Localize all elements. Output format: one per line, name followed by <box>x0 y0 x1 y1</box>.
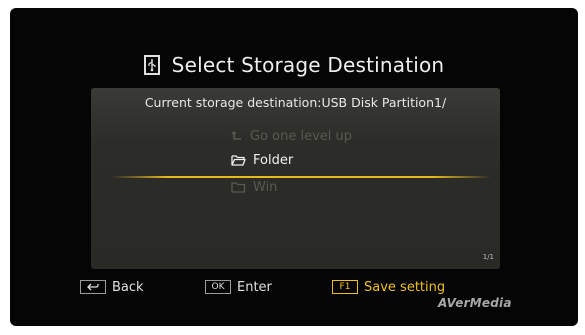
list-item-win[interactable]: Win <box>231 177 277 197</box>
enter-button[interactable]: OK Enter <box>205 278 272 296</box>
list-item-folder[interactable]: Folder <box>231 150 293 170</box>
list-item-label: Folder <box>253 152 294 168</box>
selection-highlight <box>111 176 491 178</box>
enter-label: Enter <box>237 279 272 295</box>
ok-key-badge: OK <box>205 280 231 294</box>
list-item-label: Go one level up <box>250 128 353 144</box>
list-item-label: Win <box>253 179 278 195</box>
dialog-header: Select Storage Destination <box>10 50 578 80</box>
folder-open-icon <box>231 154 246 166</box>
f1-key-badge: F1 <box>332 280 358 294</box>
back-button[interactable]: Back <box>80 278 144 296</box>
dialog-title: Select Storage Destination <box>171 53 445 77</box>
back-label: Back <box>112 279 144 295</box>
save-setting-label: Save setting <box>364 279 446 295</box>
usb-storage-icon <box>143 55 160 75</box>
page-indicator: 1/1 <box>482 253 494 261</box>
level-up-icon <box>231 130 243 142</box>
device-screen: Select Storage Destination Current stora… <box>10 8 578 326</box>
storage-browser-panel: Current storage destination:USB Disk Par… <box>91 88 500 269</box>
folder-icon <box>231 181 246 193</box>
save-setting-button[interactable]: F1 Save setting <box>332 278 445 296</box>
screenshot-frame: Select Storage Destination Current stora… <box>5 5 580 330</box>
back-key-icon <box>80 280 106 294</box>
list-item-go-up[interactable]: Go one level up <box>231 126 352 146</box>
current-destination-label: Current storage destination:USB Disk Par… <box>144 95 447 110</box>
avermedia-logo: AVerMedia <box>438 296 512 310</box>
